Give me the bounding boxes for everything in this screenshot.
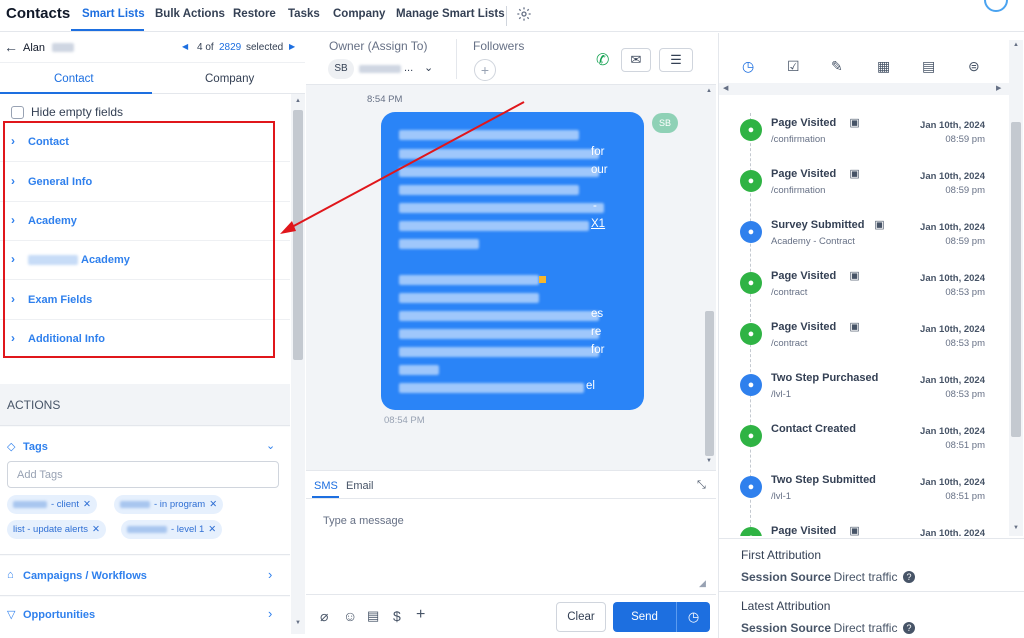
- annotation-arrow: [280, 101, 525, 234]
